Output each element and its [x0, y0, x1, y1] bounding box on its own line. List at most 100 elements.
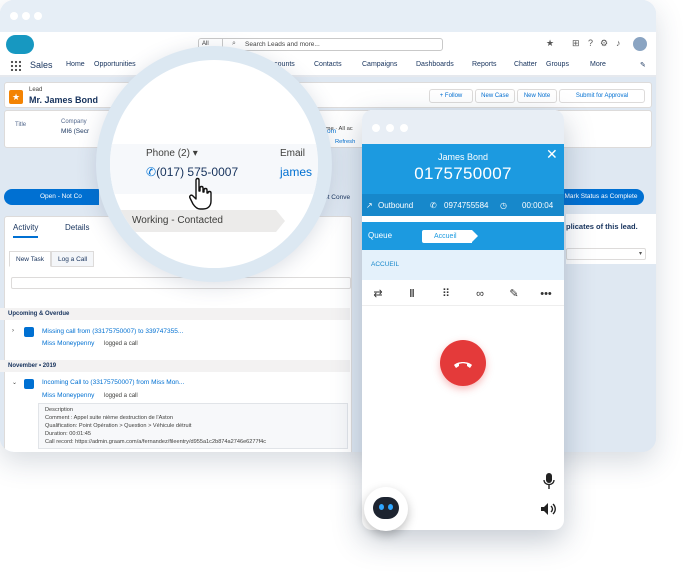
task-subject-input[interactable] [11, 277, 351, 289]
desc-line: Duration: 00:01:45 [45, 431, 92, 437]
pointer-hand-icon [189, 177, 212, 210]
phone-icon: ✆ [430, 201, 437, 210]
email-label: Email [280, 148, 306, 159]
desc-line: Call record: https://admin.graam.com/a/f… [45, 439, 267, 445]
chevron-down-icon[interactable]: ⌄ [12, 379, 17, 386]
record-type: Lead [29, 87, 43, 93]
queue-chip[interactable]: Accueil [422, 230, 472, 243]
line-number: 0974755584 [444, 201, 489, 210]
timeline-item-user[interactable]: Miss Moneypenny [42, 340, 94, 347]
call-log-icon [24, 379, 34, 389]
help-icon[interactable]: ? [588, 38, 593, 48]
microphone-icon[interactable] [543, 473, 555, 489]
softphone-window: James Bond 0175750007 ✕ ↗ Outbound ✆ 097… [362, 110, 564, 530]
more-icon[interactable]: ••• [538, 287, 554, 301]
call-description: Description Comment : Appel suite nième … [38, 403, 348, 449]
page-title: Mr. James Bond [29, 95, 99, 105]
hangup-button[interactable] [440, 340, 486, 386]
app-launcher-icon[interactable] [10, 60, 21, 71]
magnifier-lens: Phone (2) ▾ Email ✆(017) 575-0007 james … [96, 46, 332, 282]
favorites-icon[interactable]: ★ [546, 38, 554, 48]
speaker-icon[interactable] [541, 502, 557, 516]
duplicates-select[interactable]: ▾ [566, 248, 646, 260]
magnifier-content: Phone (2) ▾ Email ✆(017) 575-0007 james … [110, 60, 318, 268]
app-nav: Sales Home Opportunities Accounts Contac… [0, 56, 656, 77]
edit-nav-icon[interactable]: ✎ [640, 61, 646, 69]
window-dot [386, 124, 394, 132]
chevron-right-icon[interactable]: › [12, 328, 14, 334]
section-upcoming[interactable]: Upcoming & Overdue [0, 308, 350, 320]
section-month[interactable]: November • 2019 [0, 360, 350, 372]
softphone-titlebar [362, 110, 564, 144]
mark-status-complete-button[interactable]: Mark Status as Complete [558, 189, 644, 205]
avatar[interactable] [632, 36, 648, 52]
edit-icon[interactable]: ✎ [506, 287, 522, 301]
bell-icon[interactable]: ♪ [616, 38, 621, 48]
caller-number: 0175750007 [414, 164, 512, 183]
queue-label: Queue [368, 231, 393, 240]
call-direction: Outbound [378, 201, 414, 210]
window-titlebar [0, 0, 656, 32]
follow-button[interactable]: + Follow [429, 89, 473, 103]
nav-item-contacts[interactable]: Contacts [314, 61, 342, 68]
add-icon[interactable]: ⊞ [572, 38, 580, 48]
call-header: James Bond 0175750007 ✕ [362, 144, 564, 194]
timeline-item-link[interactable]: Incoming Call to (33175750007) from Miss… [42, 379, 184, 386]
desc-line: Qualification: Point Opération > Questio… [45, 423, 192, 429]
timeline-item-action: logged a call [104, 393, 138, 399]
window-dot [400, 124, 408, 132]
clock-icon: ◷ [500, 201, 507, 210]
new-case-button[interactable]: New Case [475, 89, 515, 103]
window-dot [22, 12, 30, 20]
tab-log-call[interactable]: Log a Call [51, 251, 95, 267]
window-dot [10, 12, 18, 20]
timeline-item-link[interactable]: Missing call from (33175750007) to 33974… [42, 328, 183, 335]
timeline-item-action: logged a call [104, 341, 138, 347]
outbound-arrow-icon: ↗ [366, 201, 373, 210]
call-info-bar: ↗ Outbound ✆ 0974755584 ◷ 00:00:04 [362, 194, 564, 216]
nav-item-reports[interactable]: Reports [472, 61, 497, 68]
tab-new-task[interactable]: New Task [9, 251, 52, 267]
tab-details[interactable]: Details [65, 223, 89, 232]
queue-name: ACCUEIL [362, 250, 564, 280]
new-note-button[interactable]: New Note [517, 89, 557, 103]
window-dot [372, 124, 380, 132]
duplicates-text: plicates of this lead. [566, 222, 638, 231]
nav-item-campaigns[interactable]: Campaigns [362, 61, 397, 68]
title-label: Title [15, 122, 27, 128]
voicemail-icon[interactable]: ∞ [472, 287, 488, 301]
chevron-down-icon: ▾ [638, 251, 642, 257]
bot-head [373, 497, 399, 519]
pause-icon[interactable]: ‖ [404, 287, 420, 301]
path-step-arrow [276, 210, 285, 232]
path-step-open[interactable]: Open - Not Co [4, 189, 99, 205]
close-icon[interactable]: ✕ [546, 146, 558, 163]
search-input[interactable]: Search Leads and more... [245, 39, 320, 50]
gear-icon[interactable]: ⚙ [600, 38, 608, 48]
company-label: Company [61, 119, 87, 125]
keypad-icon[interactable]: ⠿ [438, 287, 454, 301]
stage: All ⌕ Search Leads and more... ★ ⊞ ? ⚙ ♪… [0, 0, 698, 587]
tab-activity[interactable]: Activity [13, 223, 39, 238]
nav-item-more[interactable]: More [590, 61, 606, 68]
phone-label[interactable]: Phone (2) ▾ [146, 148, 198, 159]
bot-eye [388, 504, 393, 510]
nav-item-chatter[interactable]: Chatter [514, 61, 537, 68]
nav-item-home[interactable]: Home [66, 61, 85, 68]
email-link[interactable]: james [280, 165, 312, 179]
bot-eye [379, 504, 384, 510]
salesforce-logo [6, 35, 34, 54]
timeline-item-user[interactable]: Miss Moneypenny [42, 392, 94, 399]
queue-bar: Queue Accueil [362, 222, 564, 250]
call-timer: 00:00:04 [522, 201, 554, 210]
global-header: All ⌕ Search Leads and more... ★ ⊞ ? ⚙ ♪ [0, 32, 656, 56]
path-step-working[interactable]: Working - Contacted [110, 210, 276, 232]
assistant-bot-avatar[interactable] [364, 487, 408, 531]
nav-item-dashboards[interactable]: Dashboards [416, 61, 454, 68]
desc-line: Comment : Appel suite nième destruction … [45, 415, 173, 421]
nav-item-groups[interactable]: Groups [546, 61, 569, 68]
submit-approval-button[interactable]: Submit for Approval [559, 89, 645, 103]
transfer-icon[interactable]: ⇄ [370, 287, 386, 301]
company-value: MI6 (Secr [61, 128, 90, 135]
refresh-link[interactable]: Refresh [335, 139, 355, 145]
